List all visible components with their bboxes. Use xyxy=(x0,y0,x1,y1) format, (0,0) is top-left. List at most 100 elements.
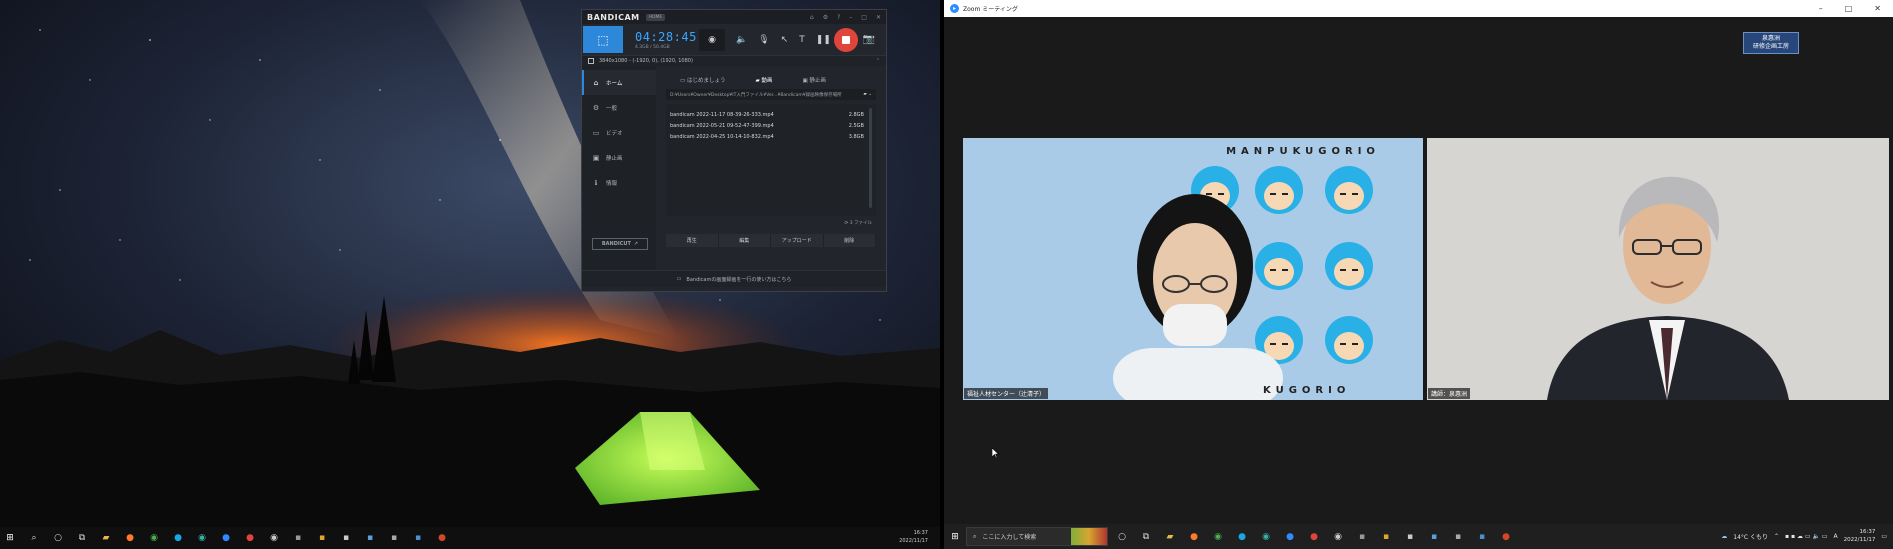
close-icon[interactable]: ✕ xyxy=(1874,4,1881,13)
chevron-up-icon[interactable]: ⌃ xyxy=(1774,533,1779,540)
maximize-icon[interactable]: □ xyxy=(861,14,867,21)
screen-mode-button[interactable]: ⬚ xyxy=(583,26,623,53)
network-app-icon[interactable]: ▪ xyxy=(410,527,426,549)
search-highlight-image xyxy=(1071,528,1107,545)
terminal-icon[interactable]: ▪ xyxy=(290,527,306,549)
target-area-bar[interactable]: 3840x1080 - (-1920, 0), (1920, 1080) ⌃ xyxy=(582,55,886,66)
powerpoint-icon[interactable]: ● xyxy=(1498,526,1514,548)
edit-button[interactable]: 編集 xyxy=(719,234,771,247)
obs-icon[interactable]: ◉ xyxy=(1330,526,1346,548)
participant-video-right[interactable]: 講師：泉惠洲 xyxy=(1427,138,1889,400)
photos-icon[interactable]: ▪ xyxy=(1426,526,1442,548)
cursor-icon[interactable]: ↖ xyxy=(781,35,789,45)
tab-image[interactable]: ▣ 静止画 xyxy=(802,76,825,84)
screen-app-icon[interactable]: ▪ xyxy=(338,527,354,549)
firefox-icon[interactable]: ● xyxy=(1186,526,1202,548)
file-list-scrollbar[interactable] xyxy=(869,108,872,208)
list-item[interactable]: bandicam 2022-11-17 08-39-26-333.mp4 2.8… xyxy=(670,109,864,120)
skype-icon[interactable]: ● xyxy=(1234,526,1250,548)
stop-record-button[interactable] xyxy=(833,27,858,52)
weather-cloud-icon[interactable]: ☁ xyxy=(1721,533,1727,540)
webcam-button[interactable]: ◉ xyxy=(699,28,725,51)
right-clock[interactable]: 16:37 2022/11/17 xyxy=(1844,528,1876,544)
screen-app-icon[interactable]: ▪ xyxy=(1402,526,1418,548)
microphone-icon[interactable]: 🎙 xyxy=(758,35,769,45)
file-count: ⟳ 3 ファイル xyxy=(844,221,873,226)
file-explorer-icon[interactable]: ▰ xyxy=(1162,526,1178,548)
task-view-icon[interactable]: ⧉ xyxy=(74,527,90,549)
tray-app-icons[interactable]: ▪ ▪ ☁ ▭ 🔈 ▭ xyxy=(1785,533,1827,540)
cortana-icon[interactable]: ○ xyxy=(50,527,66,549)
app-icon[interactable]: ▪ xyxy=(1378,526,1394,548)
search-icon[interactable]: ⌕ xyxy=(26,527,42,549)
bandicam-record-icon[interactable]: ● xyxy=(1306,526,1322,548)
bandicut-button[interactable]: BANDICUT ↗ xyxy=(592,238,648,250)
list-item[interactable]: bandicam 2022-05-21 09-52-47-399.mp4 2.5… xyxy=(670,120,864,131)
maximize-icon[interactable]: □ xyxy=(1845,4,1853,13)
cortana-icon[interactable]: ○ xyxy=(1114,526,1130,548)
gear-icon[interactable]: ⚙ xyxy=(823,14,828,21)
zoom-icon[interactable]: ● xyxy=(218,527,234,549)
taskbar-search-box[interactable]: ⌕ ここに入力して検索 xyxy=(966,527,1108,546)
task-view-icon[interactable]: ⧉ xyxy=(1138,526,1154,548)
zoom-icon[interactable]: ● xyxy=(1282,526,1298,548)
windows-start-icon[interactable]: ⊞ xyxy=(944,532,966,542)
nav-info[interactable]: ℹ 情報 xyxy=(582,170,656,195)
file-explorer-icon[interactable]: ▰ xyxy=(98,527,114,549)
left-monitor: BANDICAM HOME ⌂ ⚙ ? – □ ✕ ⬚ 04:28:45 4.3… xyxy=(0,0,940,549)
bandicam-titlebar[interactable]: BANDICAM HOME ⌂ ⚙ ? – □ ✕ xyxy=(582,10,886,24)
list-item[interactable]: bandicam 2022-04-25 10-14-10-832.mp4 3.8… xyxy=(670,131,864,142)
camera-icon[interactable]: ▪ xyxy=(1450,526,1466,548)
screenshot-camera-icon[interactable]: 📷 xyxy=(863,34,875,45)
minimize-icon[interactable]: – xyxy=(849,14,852,21)
tab-getting-started[interactable]: ▭ はじめましょう xyxy=(680,76,725,84)
minimize-icon[interactable]: – xyxy=(1819,4,1823,13)
notification-icon[interactable]: ▭ xyxy=(1881,533,1887,540)
obs-icon[interactable]: ◉ xyxy=(266,527,282,549)
chrome-icon[interactable]: ◉ xyxy=(146,527,162,549)
file-actions: 再生 編集 アップロード 削除 xyxy=(666,234,876,247)
nav-home[interactable]: ⌂ ホーム xyxy=(582,70,656,95)
terminal-icon[interactable]: ▪ xyxy=(1354,526,1370,548)
open-folder-icon[interactable]: ▰ ⌄ xyxy=(863,92,872,97)
participant-woman xyxy=(1113,194,1283,400)
camera-icon[interactable]: ▪ xyxy=(386,527,402,549)
chrome-icon[interactable]: ◉ xyxy=(1210,526,1226,548)
tab-video[interactable]: ▰ 動画 xyxy=(755,76,772,84)
ime-indicator[interactable]: A xyxy=(1834,533,1838,540)
footer-link: Bandicamの画面録画を一行の使い方はこちら xyxy=(686,276,792,283)
edge-icon[interactable]: ◉ xyxy=(194,527,210,549)
nav-image[interactable]: ▣ 静止画 xyxy=(582,145,656,170)
speaker-icon[interactable]: 🔈 xyxy=(736,35,747,45)
nav-video[interactable]: ▭ ビデオ xyxy=(582,120,656,145)
target-resolution: 3840x1080 - (-1920, 0), (1920, 1080) xyxy=(599,58,693,64)
help-icon[interactable]: ? xyxy=(837,14,840,21)
app-icon[interactable]: ▪ xyxy=(314,527,330,549)
bandicam-window[interactable]: BANDICAM HOME ⌂ ⚙ ? – □ ✕ ⬚ 04:28:45 4.3… xyxy=(581,9,887,292)
pause-icon[interactable]: ❚❚ xyxy=(816,35,831,45)
firefox-icon[interactable]: ● xyxy=(122,527,138,549)
weather-text[interactable]: 14°C くもり xyxy=(1733,532,1768,541)
edge-icon[interactable]: ◉ xyxy=(1258,526,1274,548)
play-button[interactable]: 再生 xyxy=(666,234,719,247)
participant-video-left[interactable]: MANPUKUGORIO KUGORIO 福祉人材センター（辻清子） xyxy=(963,138,1423,400)
windows-start-icon[interactable]: ⊞ xyxy=(2,527,18,549)
upload-button[interactable]: アップロード xyxy=(771,234,824,247)
powerpoint-icon[interactable]: ● xyxy=(434,527,450,549)
bandicam-footer[interactable]: ▭ Bandicamの画面録画を一行の使い方はこちら xyxy=(582,270,886,287)
output-path-bar[interactable]: D:¥Users¥Owner¥Desktop¥IT入門ファイル¥Ver...¥B… xyxy=(666,89,876,100)
chevron-up-icon[interactable]: ⌃ xyxy=(876,58,880,64)
text-icon[interactable]: T xyxy=(799,35,805,45)
nav-general[interactable]: ⚙ 一般 xyxy=(582,95,656,120)
left-clock[interactable]: 16:37 2022/11/17 xyxy=(899,529,928,545)
close-icon[interactable]: ✕ xyxy=(876,14,881,21)
delete-button[interactable]: 削除 xyxy=(824,234,876,247)
recording-size: 4.3GB / 50.4GB xyxy=(635,44,670,50)
photos-icon[interactable]: ▪ xyxy=(362,527,378,549)
zoom-titlebar[interactable]: ▸ Zoom ミーティング – □ ✕ xyxy=(944,0,1893,17)
skype-icon[interactable]: ● xyxy=(170,527,186,549)
webcam-icon: ◉ xyxy=(708,34,716,45)
bandicam-record-icon[interactable]: ● xyxy=(242,527,258,549)
home-icon[interactable]: ⌂ xyxy=(810,14,814,21)
network-app-icon[interactable]: ▪ xyxy=(1474,526,1490,548)
